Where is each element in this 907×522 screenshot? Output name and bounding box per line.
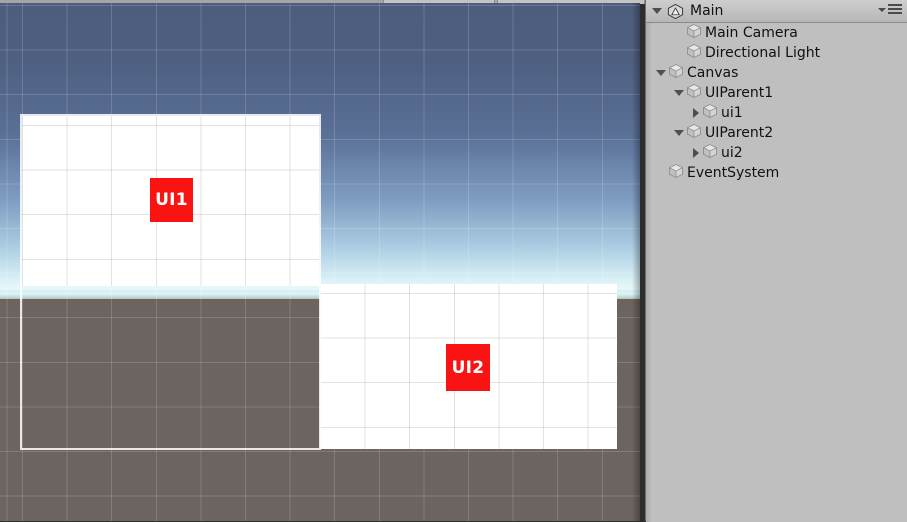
hierarchy-item-directional-light[interactable]: Directional Light [646, 43, 907, 63]
hierarchy-header: Main [646, 0, 907, 23]
hierarchy-item-label: ui2 [721, 145, 743, 161]
gameobject-cube-icon [686, 123, 705, 143]
hierarchy-item-ui1[interactable]: ui1 [646, 103, 907, 123]
chevron-down-icon[interactable] [674, 130, 684, 136]
gameobject-cube-icon [702, 103, 721, 123]
hierarchy-panel[interactable]: Main Main Camera Directional Light Canva… [645, 0, 907, 522]
scene-view[interactable]: UI1 UI2 [0, 3, 640, 521]
hierarchy-item-label: Main Camera [705, 25, 798, 41]
chevron-down-icon[interactable] [656, 70, 666, 76]
hierarchy-item-canvas[interactable]: Canvas [646, 63, 907, 83]
hierarchy-item-label: ui1 [721, 105, 743, 121]
gameobject-cube-icon [702, 143, 721, 163]
hierarchy-item-ui2[interactable]: ui2 [646, 143, 907, 163]
gameobject-cube-icon [686, 83, 705, 103]
hierarchy-item-uiparent1[interactable]: UIParent1 [646, 83, 907, 103]
gameobject-cube-icon [668, 63, 687, 83]
hierarchy-item-main-camera[interactable]: Main Camera [646, 23, 907, 43]
menu-lines-icon [888, 4, 902, 14]
panel-options-menu-icon[interactable] [878, 4, 902, 14]
chevron-right-icon[interactable] [693, 108, 699, 118]
scene-viewport-edge [632, 3, 640, 521]
hierarchy-item-uiparent2[interactable]: UIParent2 [646, 123, 907, 143]
unity-logo-icon [667, 3, 684, 19]
ui1-element[interactable]: UI1 [150, 178, 193, 222]
ui2-element[interactable]: UI2 [446, 344, 490, 391]
gameobject-cube-icon [686, 23, 705, 43]
hierarchy-item-label: Directional Light [705, 45, 821, 61]
hierarchy-item-label: Canvas [687, 65, 739, 81]
chevron-down-icon[interactable] [652, 8, 662, 14]
chevron-right-icon[interactable] [693, 148, 699, 158]
hierarchy-tree[interactable]: Main Camera Directional Light Canvas UIP… [646, 23, 907, 522]
hierarchy-item-eventsystem[interactable]: EventSystem [646, 163, 907, 183]
hierarchy-item-label: UIParent2 [705, 125, 774, 141]
gameobject-cube-icon [686, 43, 705, 63]
hierarchy-item-label: EventSystem [687, 165, 780, 181]
unity-editor-window: UI1 UI2 Main Main Camera Directional Lig… [0, 0, 907, 522]
chevron-down-icon[interactable] [674, 90, 684, 96]
hierarchy-item-label: UIParent1 [705, 85, 774, 101]
hierarchy-title: Main [690, 3, 724, 19]
gameobject-cube-icon [668, 163, 687, 183]
chevron-down-small-icon [878, 8, 886, 12]
